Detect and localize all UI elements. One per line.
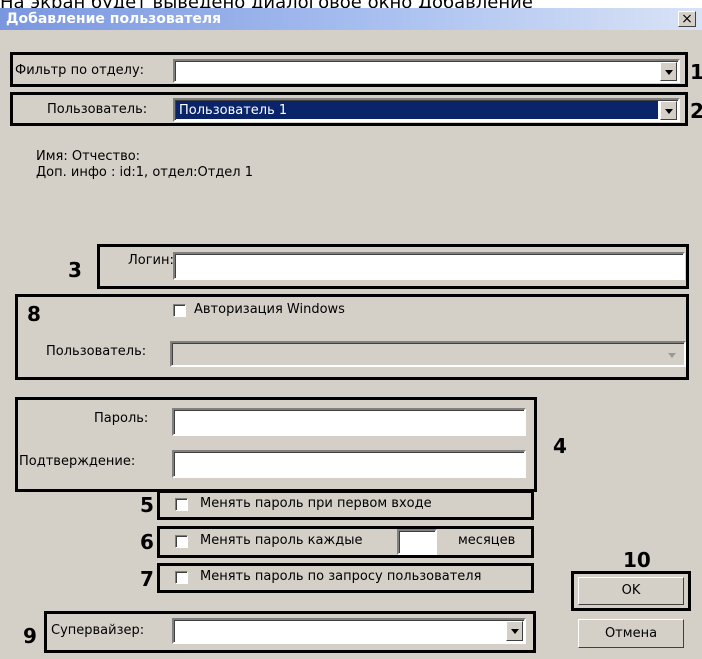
- dialog-title: Добавление пользователя: [6, 11, 222, 27]
- confirm-label: Подтверждение:: [19, 454, 136, 469]
- user-value: Пользователь 1: [179, 103, 288, 118]
- user-extra-info: Доп. инфо : id:1, отдел:Отдел 1: [36, 165, 254, 180]
- department-filter-label: Фильтр по отделу:: [15, 63, 145, 78]
- annotation-6: 6: [140, 530, 154, 554]
- annotation-4: 4: [553, 434, 567, 458]
- chevron-down-icon: [665, 70, 673, 75]
- annotation-1: 1: [690, 60, 702, 84]
- change-every-checkbox[interactable]: [175, 535, 188, 548]
- change-first-login-label: Менять пароль при первом входе: [200, 496, 432, 511]
- annotation-9: 9: [23, 624, 37, 648]
- chevron-down-icon: [511, 629, 519, 634]
- windows-auth-checkbox[interactable]: [173, 304, 186, 317]
- user-select[interactable]: Пользователь 1: [173, 98, 680, 122]
- user-name-info: Имя: Отчество:: [36, 149, 141, 164]
- login-input[interactable]: [173, 252, 685, 280]
- close-icon: ×: [681, 11, 693, 27]
- windows-auth-label: Авторизация Windows: [194, 302, 345, 317]
- department-filter-dropdown-button[interactable]: [660, 62, 677, 81]
- close-button[interactable]: ×: [678, 11, 696, 27]
- confirm-input[interactable]: [172, 450, 526, 478]
- password-label: Пароль:: [94, 411, 149, 426]
- supervisor-select[interactable]: [172, 618, 526, 644]
- annotation-3: 3: [68, 258, 82, 282]
- annotation-10: 10: [623, 548, 651, 572]
- windows-user-select[interactable]: [170, 341, 686, 367]
- password-input[interactable]: [172, 408, 526, 436]
- change-on-request-checkbox[interactable]: [175, 571, 188, 584]
- chevron-down-icon: [665, 109, 673, 114]
- change-on-request-label: Менять пароль по запросу пользователя: [200, 569, 482, 584]
- change-every-label: Менять пароль каждые: [200, 533, 363, 548]
- change-first-login-checkbox[interactable]: [175, 498, 188, 511]
- user-dropdown-button[interactable]: [660, 101, 677, 120]
- login-label: Логин:: [128, 253, 174, 268]
- supervisor-dropdown-button[interactable]: [506, 621, 523, 641]
- windows-user-label: Пользователь:: [46, 344, 147, 359]
- months-input[interactable]: [397, 529, 437, 555]
- department-filter-select[interactable]: [173, 59, 680, 83]
- add-user-dialog: Добавление пользователя × Фильтр по отде…: [0, 8, 702, 659]
- ok-button[interactable]: OK: [578, 577, 684, 605]
- user-label: Пользователь:: [47, 102, 148, 117]
- annotation-2: 2: [690, 99, 702, 123]
- cancel-button[interactable]: Отмена: [578, 619, 684, 648]
- annotation-8: 8: [27, 302, 41, 326]
- months-label: месяцев: [458, 533, 516, 548]
- title-bar: Добавление пользователя ×: [0, 8, 702, 30]
- annotation-5: 5: [140, 493, 154, 517]
- chevron-down-icon: [668, 353, 676, 358]
- windows-auth-highlight: [15, 294, 689, 380]
- supervisor-label: Супервайзер:: [51, 623, 145, 638]
- annotation-7: 7: [140, 567, 154, 591]
